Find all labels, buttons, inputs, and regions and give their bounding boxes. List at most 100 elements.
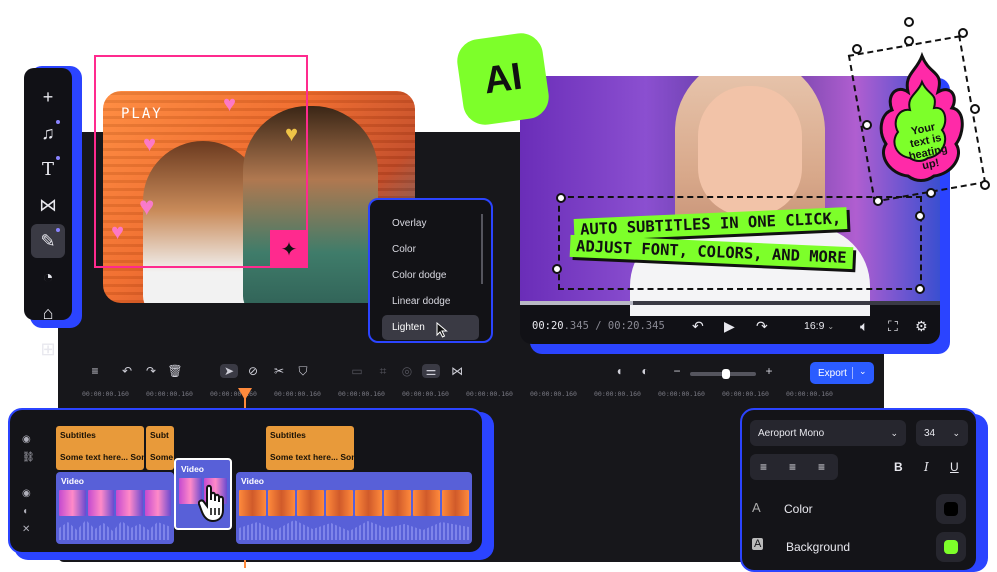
add-icon: + xyxy=(42,86,54,107)
ruler-tick-label: 00:00:00.160 xyxy=(466,390,513,398)
resize-handle[interactable] xyxy=(958,28,968,38)
blend-option-overlay[interactable]: Overlay xyxy=(382,211,479,236)
thumbnail xyxy=(268,490,295,516)
zoom-slider-knob[interactable] xyxy=(722,369,730,379)
background-swatch xyxy=(944,540,958,554)
fullscreen-icon[interactable]: ⛶ xyxy=(888,318,898,335)
zoom-out-icon[interactable]: − xyxy=(668,364,686,378)
blend-option-color-dodge[interactable]: Color dodge xyxy=(382,263,479,288)
background-swatch-button[interactable] xyxy=(936,532,966,562)
clip-text: Some xyxy=(150,452,174,462)
ai-badge: AI xyxy=(454,30,552,128)
clip-text: Some text here... Some xyxy=(60,452,144,462)
aspect-ratio-select[interactable]: 16:9 ⌄ xyxy=(804,320,834,332)
resize-handle[interactable] xyxy=(873,196,883,206)
resize-handle[interactable] xyxy=(915,284,925,294)
effects-button[interactable]: ✎ xyxy=(31,224,65,258)
chevron-down-icon[interactable]: ⌄ xyxy=(859,366,867,377)
transitions-button[interactable]: ⋈ xyxy=(31,188,65,222)
text-properties-panel: Aeroport Mono ⌄ 34 ⌄ ≡ ≡ ≡ B I U A Color… xyxy=(740,408,978,572)
add-button[interactable]: + xyxy=(31,80,65,114)
blend-option-lighten[interactable]: Lighten xyxy=(382,315,479,340)
disable-icon[interactable]: ⊘ xyxy=(244,364,262,378)
resize-handle[interactable] xyxy=(852,44,862,54)
italic-icon[interactable]: I xyxy=(924,460,929,474)
chevron-down-icon: ⌄ xyxy=(952,427,960,438)
transitions-icon: ⋈ xyxy=(39,194,57,215)
resize-handle[interactable] xyxy=(552,264,562,274)
subtitle-clip[interactable]: Subtitles Some text here... Some xyxy=(266,426,354,470)
timeline-ruler[interactable]: 00:00:00.160 00:00:00.160 00:00:00.160 00:0… xyxy=(58,388,884,404)
align-left-icon[interactable]: ≡ xyxy=(760,460,767,474)
aspect-label: 16:9 xyxy=(804,320,825,332)
zoom-in-icon[interactable]: + xyxy=(760,364,778,378)
time-current: 00:20 xyxy=(532,320,564,332)
chevron-down-icon: ⌄ xyxy=(827,322,835,331)
volume-icon[interactable]: ◖ xyxy=(22,506,28,517)
color-swatch-button[interactable] xyxy=(936,494,966,524)
delete-icon[interactable]: 🗑︎ xyxy=(166,364,184,378)
thumbnail xyxy=(442,490,469,516)
resize-handle[interactable] xyxy=(970,104,980,114)
filters-button[interactable]: ◔ xyxy=(31,260,65,294)
elements-icon: ⊞ xyxy=(40,338,56,359)
underline-icon[interactable]: U xyxy=(950,460,959,474)
rotate-handle[interactable] xyxy=(904,17,914,27)
effects-icon: ✎ xyxy=(40,230,56,251)
resize-handle[interactable] xyxy=(926,188,936,198)
align-right-icon[interactable]: ≡ xyxy=(818,460,825,474)
add-track-icon[interactable]: ≡ xyxy=(86,364,104,378)
preview-progress-bar[interactable] xyxy=(520,301,940,305)
resize-handle[interactable] xyxy=(904,36,914,46)
speed-icon[interactable]: ◎ xyxy=(398,364,416,378)
play-icon[interactable]: ▶ xyxy=(724,318,735,335)
adjust-icon[interactable]: ⚌ xyxy=(422,364,440,378)
transition-icon[interactable]: ⋈ xyxy=(448,364,466,378)
unlink-icon[interactable]: ⛓ xyxy=(22,452,35,463)
ruler-tick-label: 00:00:00.160 xyxy=(658,390,705,398)
resize-handle[interactable] xyxy=(915,211,925,221)
align-center-icon[interactable]: ≡ xyxy=(789,460,796,474)
subtitle-clip[interactable]: Subt Some xyxy=(146,426,174,470)
video-clip[interactable]: Video xyxy=(56,472,174,544)
font-select[interactable]: Aeroport Mono ⌄ xyxy=(750,420,906,446)
bold-icon[interactable]: B xyxy=(894,460,903,474)
undo-icon[interactable]: ↶ xyxy=(118,364,136,378)
clip-text: Some text here... Some xyxy=(270,452,354,462)
crop-icon[interactable]: ⌗ xyxy=(374,364,392,379)
sparkle-icon[interactable]: ✦ xyxy=(270,230,308,268)
ruler-tick-label: 00:00:00.160 xyxy=(82,390,129,398)
resize-handle[interactable] xyxy=(862,120,872,130)
caption-icon[interactable]: ▭ xyxy=(348,364,366,378)
font-size-select[interactable]: 34 ⌄ xyxy=(916,420,968,446)
mute-icon[interactable]: ✕ xyxy=(22,524,30,535)
rewind-icon[interactable]: ↶ xyxy=(692,318,704,335)
text-button[interactable]: T xyxy=(31,152,65,186)
thumbnail xyxy=(326,490,353,516)
stickers-button[interactable]: ⌂ xyxy=(31,296,65,330)
subtitle-clip[interactable]: Subtitles Some text here... Some xyxy=(56,426,144,470)
forward-icon[interactable]: ↷ xyxy=(756,318,768,335)
blend-option-linear-dodge[interactable]: Linear dodge xyxy=(382,289,479,314)
export-button[interactable]: Export ⌄ xyxy=(810,362,874,384)
menu-scrollbar[interactable] xyxy=(481,214,483,284)
time-separator: / xyxy=(588,320,608,332)
music-button[interactable]: ♫ xyxy=(31,116,65,150)
audio-icon[interactable]: ◖ xyxy=(610,364,628,378)
resize-handle[interactable] xyxy=(556,193,566,203)
volume-icon[interactable]: 🔈︎ xyxy=(860,318,868,335)
playhead-handle[interactable] xyxy=(238,388,252,400)
visibility-icon[interactable]: ◉ xyxy=(22,434,31,445)
redo-icon[interactable]: ↷ xyxy=(142,364,160,378)
select-tool-icon[interactable]: ➤ xyxy=(220,364,238,378)
timeline-panel: ◉ ⛓ ◉ ◖ ✕ Subtitles Some text here... So… xyxy=(8,408,484,554)
visibility-icon[interactable]: ◉ xyxy=(22,488,31,499)
settings-icon[interactable]: ⚙ xyxy=(915,318,928,335)
video-clip[interactable]: Video xyxy=(236,472,472,544)
ruler-tick-label: 00:00:00.160 xyxy=(338,390,385,398)
shield-icon[interactable]: ⛉ xyxy=(294,364,312,379)
cut-icon[interactable]: ✂ xyxy=(270,364,288,378)
blend-option-color[interactable]: Color xyxy=(382,237,479,262)
resize-handle[interactable] xyxy=(980,180,990,190)
magic-icon[interactable]: ◐ xyxy=(636,364,654,378)
